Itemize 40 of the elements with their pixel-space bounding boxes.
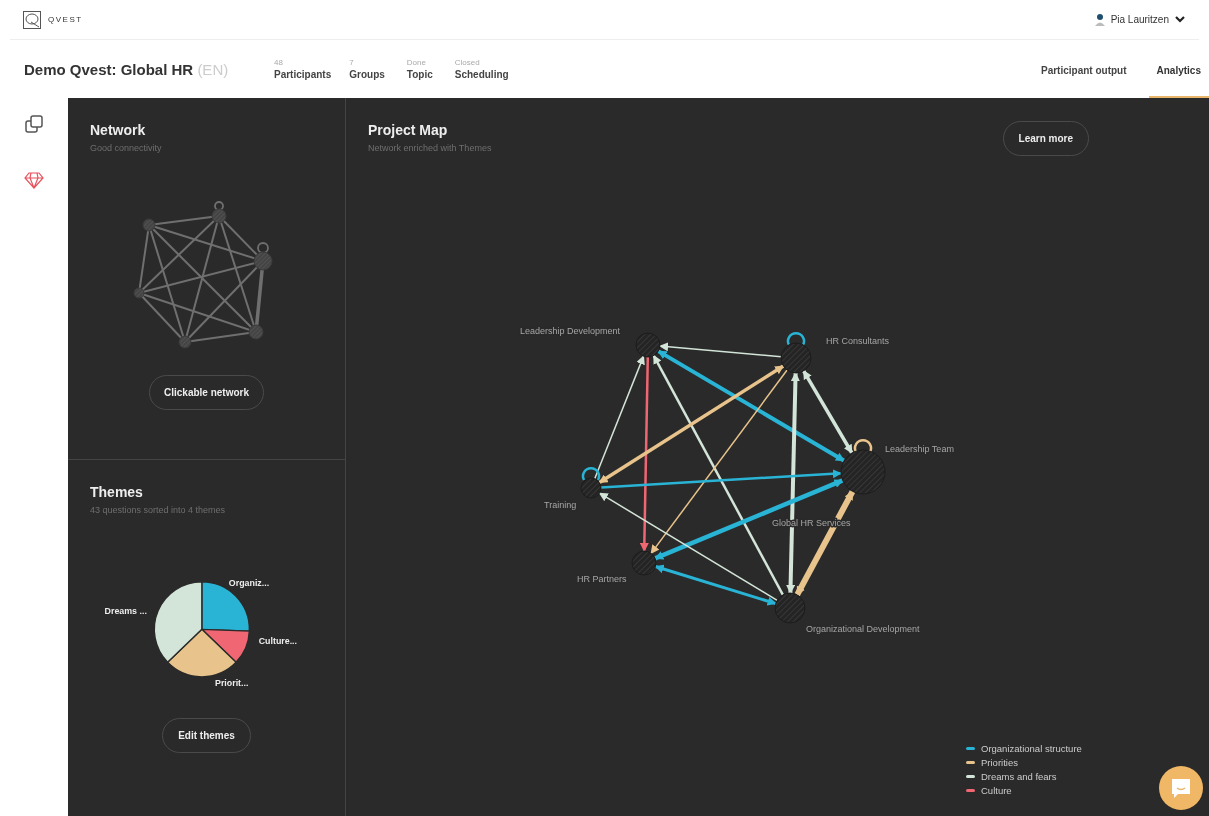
node (580, 477, 602, 499)
slice-label: Culture... (258, 636, 297, 647)
tab[interactable]: Participant output (1032, 40, 1135, 98)
user-menu[interactable]: Pia Lauritzen (1094, 13, 1185, 26)
node-label: Training (544, 500, 577, 510)
node-label: Organizational Development (806, 624, 920, 634)
chat-button[interactable] (1159, 766, 1203, 810)
step-link[interactable]: 7 Groups (349, 58, 385, 80)
legend-label: Organizational structure (981, 743, 1082, 754)
node (840, 449, 886, 495)
logo-icon (23, 10, 41, 29)
slice-label: Organiz... (228, 578, 270, 589)
step-link[interactable]: Done Topic (406, 58, 433, 80)
node-label: Leadership Development (520, 326, 621, 336)
node (774, 592, 806, 624)
slice-label: Priorit... (215, 678, 249, 689)
step-link[interactable]: 48 Participants (274, 58, 332, 80)
legend-label: Culture (981, 785, 1012, 796)
legend-label: Dreams and fears (981, 771, 1057, 782)
node-label: HR Partners (577, 574, 627, 584)
user-avatar-icon (1094, 13, 1105, 26)
node-label: Leadership Team (885, 444, 954, 454)
logo-text: QVEST (48, 15, 83, 24)
node-label: HR Consultants (826, 336, 890, 346)
panel-title: Project Map (368, 122, 449, 138)
panel-title: Network (90, 122, 147, 138)
panel-subtitle: Good connectivity (90, 143, 163, 153)
chevron-down-icon (1175, 16, 1185, 23)
node (780, 342, 812, 374)
panel-title: Themes (90, 484, 144, 500)
panel-subtitle: Network enriched with Themes (368, 143, 492, 153)
diamond-icon[interactable] (24, 170, 44, 190)
slice-label: Dreams ... (104, 606, 147, 617)
node (635, 332, 661, 358)
chat-bubble-icon (1170, 777, 1192, 799)
panel-subtitle: 43 questions sorted into 4 themes (90, 505, 227, 515)
node (631, 550, 657, 576)
step-link[interactable]: Closed Scheduling (454, 58, 509, 80)
legend-label: Priorities (981, 757, 1018, 768)
copy-icon[interactable] (24, 114, 44, 134)
